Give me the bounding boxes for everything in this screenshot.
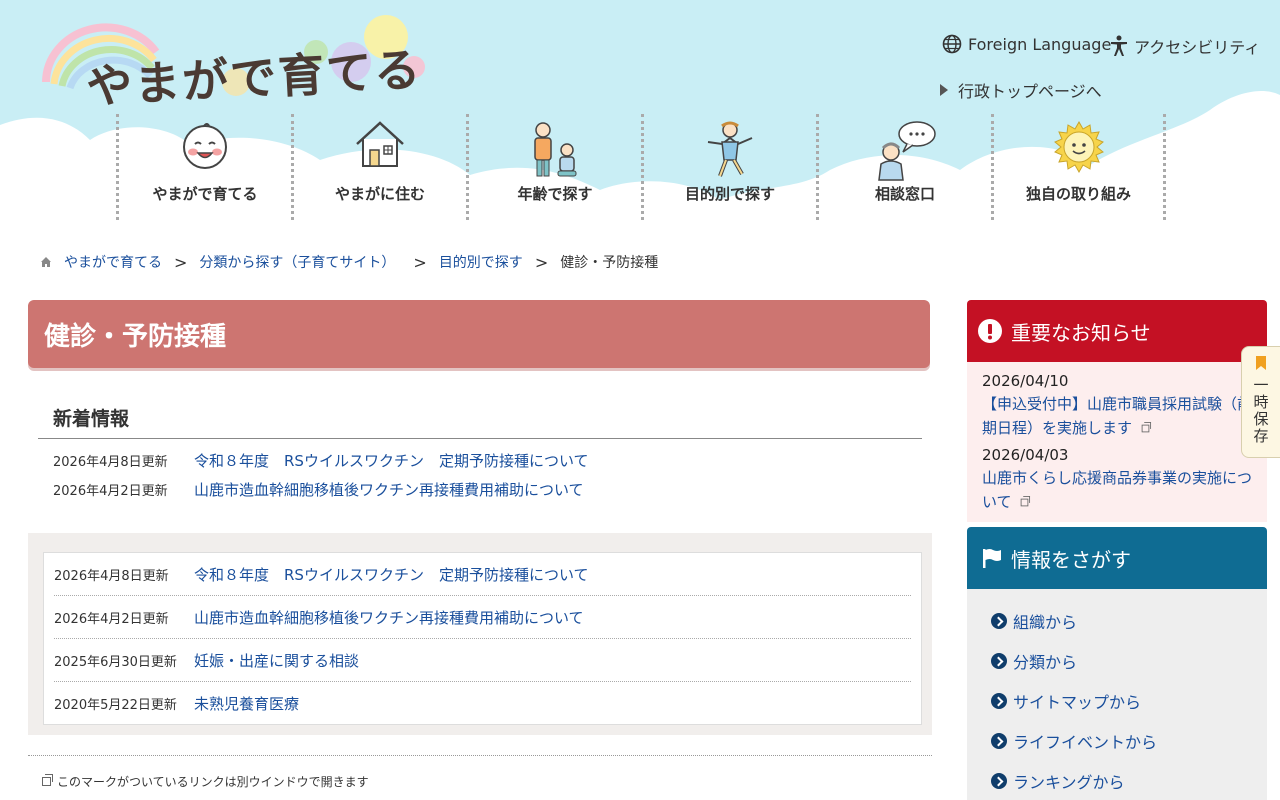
- temp-save-label: 一時保存: [1251, 377, 1270, 445]
- chevron-right-circle-icon: [991, 653, 1007, 669]
- new-window-icon: [42, 774, 53, 786]
- search-item-label: ライフイベントから: [1013, 733, 1158, 752]
- important-notice-heading: 重要なお知らせ: [967, 300, 1267, 362]
- notice-item[interactable]: 【申込受付中】山鹿市職員採用試験（前期日程）を実施します: [982, 392, 1252, 440]
- list-item: 2026年4月8日更新 令和８年度 RSウイルスワクチン 定期予防接種について: [54, 553, 911, 596]
- breadcrumb-separator: >: [534, 252, 549, 272]
- article-link[interactable]: 山鹿市造血幹細胞移植後ワクチン再接種費用補助について: [194, 607, 584, 628]
- search-by-life-event[interactable]: ライフイベントから: [991, 721, 1243, 761]
- article-date: 2026年4月2日更新: [54, 611, 169, 627]
- breadcrumb: やまがで育てる > 分類から探す（子育てサイト） > 目的別で探す > 健診・予…: [40, 252, 658, 272]
- running-child-icon: [707, 121, 753, 177]
- page-title: 健診・予防接種: [28, 300, 930, 368]
- gnav-item-consult[interactable]: 相談窓口: [816, 114, 991, 220]
- accessibility-link[interactable]: アクセシビリティ: [1110, 34, 1260, 58]
- news-link[interactable]: 山鹿市造血幹細胞移植後ワクチン再接種費用補助について: [194, 479, 584, 500]
- breadcrumb-home[interactable]: やまがで育てる: [64, 252, 162, 272]
- notice-item[interactable]: 山鹿市くらし応援商品券事業の実施について: [982, 466, 1252, 514]
- info-search-heading: 情報をさがす: [967, 527, 1267, 589]
- family-icon: [534, 122, 577, 177]
- gnav-label: 独自の取り組み: [1025, 185, 1131, 203]
- site-header: やまがで育てる Foreign Language アクセシビリティ 行政トップペ…: [0, 0, 1280, 240]
- news-list: 2026年4月8日更新 令和８年度 RSウイルスワクチン 定期予防接種について …: [53, 450, 923, 508]
- site-logo[interactable]: やまがで育てる: [36, 12, 436, 114]
- gnav-label: 相談窓口: [874, 185, 935, 203]
- new-window-icon: [1141, 422, 1151, 433]
- exclamation-circle-icon: [978, 319, 1002, 343]
- search-item-label: 組織から: [1013, 613, 1078, 632]
- temp-save-button[interactable]: 一時保存: [1241, 346, 1280, 458]
- article-list: 2026年4月8日更新 令和８年度 RSウイルスワクチン 定期予防接種について …: [43, 552, 922, 725]
- news-date: 2026年4月8日更新: [53, 455, 168, 470]
- news-date: 2026年4月2日更新: [53, 484, 168, 499]
- breadcrumb-purpose[interactable]: 目的別で探す: [439, 252, 523, 272]
- search-item-label: ランキングから: [1013, 773, 1125, 792]
- gnav-label: やまがで育てる: [152, 185, 258, 203]
- gov-top-link[interactable]: 行政トップページへ: [940, 78, 1102, 102]
- list-item: 2025年6月30日更新 妊娠・出産に関する相談: [54, 639, 911, 682]
- article-link[interactable]: 妊娠・出産に関する相談: [194, 650, 359, 671]
- list-item: 2020年5月22日更新 未熟児養育医療: [54, 682, 911, 725]
- chevron-right-circle-icon: [991, 773, 1007, 789]
- news-heading: 新着情報: [38, 404, 922, 439]
- search-by-organization[interactable]: 組織から: [991, 601, 1243, 641]
- global-nav: やまがで育てる やまがに住む 年齢で探す 目的別で探す 相談窓口 独自の取り組み: [116, 114, 1166, 220]
- flag-icon: [983, 549, 1001, 568]
- search-item-label: 分類から: [1013, 653, 1078, 672]
- article-link[interactable]: 令和８年度 RSウイルスワクチン 定期予防接種について: [194, 564, 589, 585]
- search-by-category[interactable]: 分類から: [991, 641, 1243, 681]
- gnav-item-raise[interactable]: やまがで育てる: [116, 114, 291, 220]
- info-search-list: 組織から 分類から サイトマップから ライフイベントから ランキングから: [967, 589, 1267, 800]
- divider: [28, 755, 932, 756]
- list-item: 2026年4月8日更新 令和８年度 RSウイルスワクチン 定期予防接種について: [53, 450, 923, 479]
- info-search-title: 情報をさがす: [1011, 547, 1131, 572]
- article-link[interactable]: 未熟児養育医療: [194, 693, 299, 714]
- search-by-sitemap[interactable]: サイトマップから: [991, 681, 1243, 721]
- accessibility-label: アクセシビリティ: [1134, 38, 1261, 57]
- list-item: 2026年4月2日更新 山鹿市造血幹細胞移植後ワクチン再接種費用補助について: [53, 479, 923, 508]
- notice-link[interactable]: 【申込受付中】山鹿市職員採用試験（前期日程）を実施します: [982, 395, 1252, 437]
- sun-icon: [1053, 120, 1104, 174]
- notice-date: 2026/04/03: [982, 446, 1069, 464]
- globe-icon: [942, 34, 962, 54]
- chevron-right-circle-icon: [991, 613, 1007, 629]
- triangle-right-icon: [940, 84, 948, 96]
- important-notice-title: 重要なお知らせ: [1011, 320, 1151, 345]
- notice-date: 2026/04/10: [982, 372, 1069, 390]
- search-by-ranking[interactable]: ランキングから: [991, 761, 1243, 800]
- list-item: 2026年4月2日更新 山鹿市造血幹細胞移植後ワクチン再接種費用補助について: [54, 596, 911, 639]
- gnav-item-age[interactable]: 年齢で探す: [466, 114, 641, 220]
- article-date: 2025年6月30日更新: [54, 654, 177, 670]
- breadcrumb-category[interactable]: 分類から探す（子育てサイト）: [199, 252, 395, 272]
- foreign-language-link[interactable]: Foreign Language: [942, 34, 1111, 54]
- chevron-right-circle-icon: [991, 733, 1007, 749]
- foreign-language-label: Foreign Language: [968, 34, 1112, 54]
- breadcrumb-separator: >: [174, 252, 188, 272]
- baby-face-icon: [183, 123, 227, 169]
- new-window-note-text: このマークがついているリンクは別ウインドウで開きます: [57, 775, 369, 789]
- bookmark-icon: [1256, 356, 1266, 370]
- house-icon: [356, 121, 404, 167]
- home-icon: [41, 257, 51, 267]
- breadcrumb-separator: >: [413, 252, 427, 272]
- important-notice-list: 2026/04/10 【申込受付中】山鹿市職員採用試験（前期日程）を実施します …: [967, 362, 1267, 522]
- gnav-item-purpose[interactable]: 目的別で探す: [641, 114, 816, 220]
- chevron-right-circle-icon: [991, 693, 1007, 709]
- new-window-note: このマークがついているリンクは別ウインドウで開きます: [42, 773, 369, 790]
- new-window-icon: [1021, 496, 1031, 507]
- gnav-item-original[interactable]: 独自の取り組み: [991, 114, 1166, 220]
- gnav-label: やまがに住む: [334, 185, 425, 203]
- accessibility-person-icon: [1111, 35, 1127, 56]
- gnav-item-live[interactable]: やまがに住む: [291, 114, 466, 220]
- consultation-icon: [878, 121, 936, 181]
- search-item-label: サイトマップから: [1013, 693, 1142, 712]
- news-link[interactable]: 令和８年度 RSウイルスワクチン 定期予防接種について: [194, 450, 589, 471]
- gov-top-label: 行政トップページへ: [958, 82, 1102, 101]
- gnav-label: 年齢で探す: [517, 185, 593, 203]
- article-date: 2020年5月22日更新: [54, 698, 177, 713]
- article-date: 2026年4月8日更新: [54, 568, 169, 584]
- breadcrumb-current: 健診・予防接種: [560, 255, 659, 271]
- gnav-label: 目的別で探す: [684, 185, 775, 203]
